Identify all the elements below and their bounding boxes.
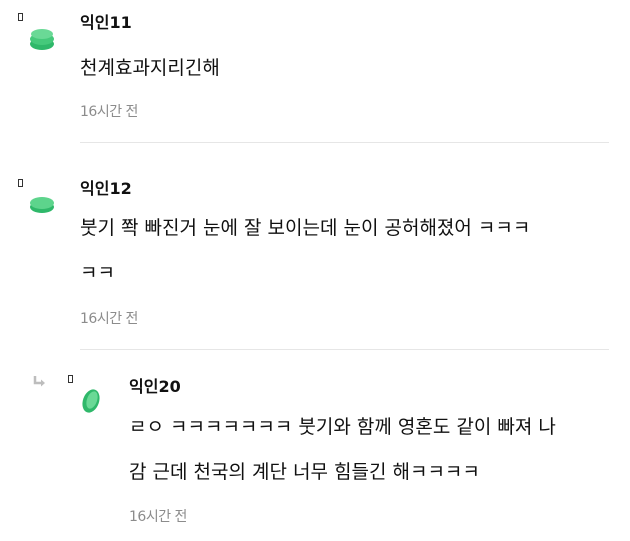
comment-timestamp: 16시간 전 — [80, 311, 138, 327]
placeholder-icon — [18, 13, 23, 21]
reply-arrow-icon — [33, 376, 45, 387]
comment-item: 익인12 붓기 쫙 빠진거 눈에 잘 보이는데 눈이 공허해졌어 ㅋㅋㅋ ㅋㅋ … — [0, 144, 630, 350]
comment-text-line: 천계효과지리긴해 — [80, 57, 220, 79]
comment-timestamp: 16시간 전 — [129, 509, 187, 525]
green-stack-avatar-icon — [30, 29, 54, 50]
green-leaf-avatar-icon — [82, 389, 100, 413]
comment-author[interactable]: 익인20 — [129, 377, 181, 397]
comment-author[interactable]: 익인11 — [80, 13, 132, 33]
comment-author[interactable]: 익인12 — [80, 179, 132, 199]
comment-text-line: ㅋㅋ — [80, 262, 115, 284]
comment-text-line: 붓기 쫙 빠진거 눈에 잘 보이는데 눈이 공허해졌어 ㅋㅋㅋ — [80, 217, 531, 239]
comment-text-line: 감 근데 천국의 계단 너무 힘들긴 해ㅋㅋㅋㅋ — [129, 461, 480, 483]
placeholder-icon — [18, 179, 23, 187]
comment-item: 익인11 천계효과지리긴해 16시간 전 — [0, 0, 630, 144]
comment-text-line: ㄹㅇ ㅋㅋㅋㅋㅋㅋㅋ 붓기와 함께 영혼도 같이 빠져 나 — [129, 416, 556, 438]
divider — [80, 142, 609, 143]
placeholder-icon — [68, 375, 73, 383]
reply-comment-item: 익인20 ㄹㅇ ㅋㅋㅋㅋㅋㅋㅋ 붓기와 함께 영혼도 같이 빠져 나 감 근데 … — [0, 350, 630, 541]
comment-timestamp: 16시간 전 — [80, 104, 138, 120]
green-disc-avatar-icon — [30, 197, 54, 213]
